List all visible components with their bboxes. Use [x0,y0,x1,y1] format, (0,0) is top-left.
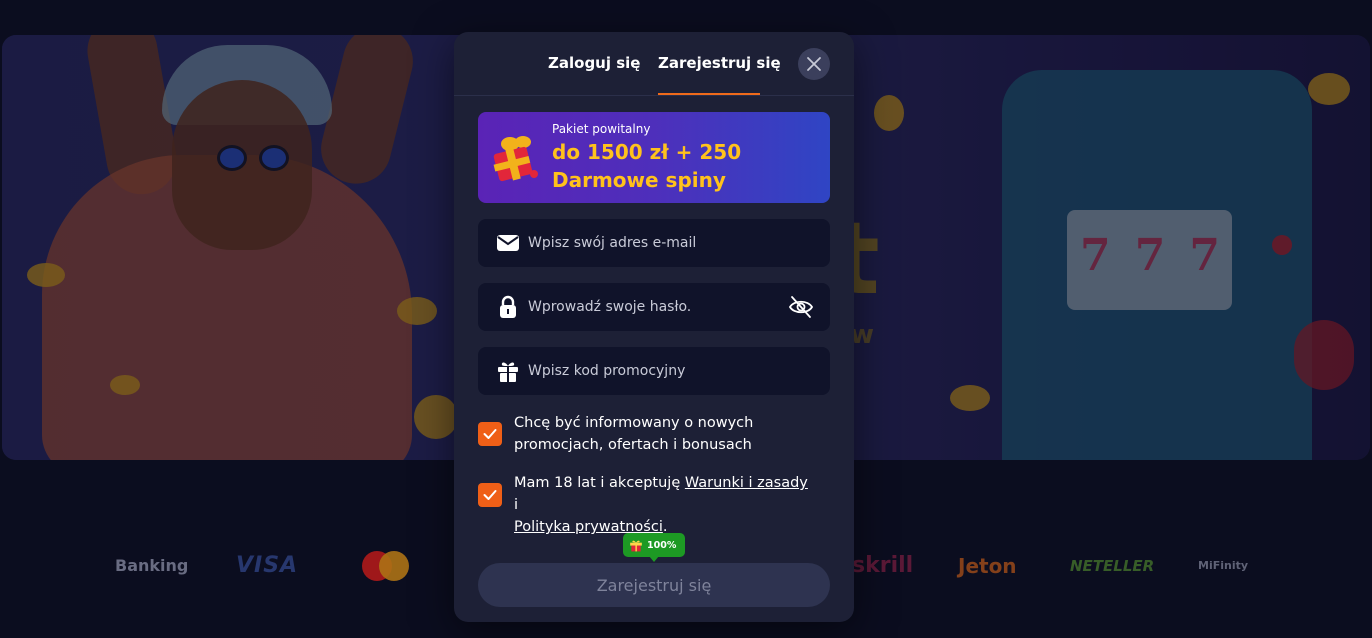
jeton-logo: Jeton [958,554,1017,578]
gift-box-icon [493,136,538,182]
tab-login[interactable]: Zaloguj się [548,54,640,72]
mail-icon [497,235,519,251]
terms-consent-label: Mam 18 lat i akceptuję Warunki i zasady … [514,472,814,538]
promo-free-spins: Darmowe spiny [552,168,726,192]
gift-icon [498,362,518,382]
auth-modal: Zaloguj się Zarejestruj się Pakiet powit… [454,32,854,622]
terms-checkbox[interactable] [478,483,502,507]
close-icon [807,57,821,71]
lock-icon [500,295,516,318]
promo-title: Pakiet powitalny [552,122,651,136]
checkmark-icon [483,490,497,500]
gift-icon [630,540,642,552]
visa-logo: VISA [236,553,299,578]
password-field [478,283,830,331]
newsletter-checkbox[interactable] [478,422,502,446]
password-input[interactable] [528,283,778,331]
promo-code-input[interactable] [528,347,778,395]
newsletter-consent-label: Chcę być informowany o nowych promocjach… [514,415,754,453]
active-tab-indicator [658,93,760,95]
checkmark-icon [483,429,497,439]
tab-register[interactable]: Zarejestruj się [658,54,781,72]
close-button[interactable] [798,48,830,80]
bonus-badge-text: 100% [647,539,677,551]
payment-banking-label: Banking [115,556,189,575]
eye-off-icon[interactable] [788,295,814,319]
bonus-badge: 100% [623,533,685,562]
mifinity-logo: MiFinity [1198,559,1249,572]
terms-link[interactable]: Warunki i zasady [685,475,808,491]
terms-middle: i [514,497,519,513]
promo-code-field [478,347,830,395]
register-submit-button[interactable]: Zarejestruj się [478,563,830,607]
email-input[interactable] [528,219,778,267]
promo-amount: do 1500 zł + 250 [552,140,742,164]
terms-prefix: Mam 18 lat i akceptuję [514,475,685,491]
skrill-logo: skrill [852,553,914,578]
neteller-logo: NETELLER [1070,557,1155,575]
auth-tabs: Zaloguj się Zarejestruj się [454,32,854,96]
welcome-bonus-banner: Pakiet powitalny do 1500 zł + 250 Darmow… [478,112,830,203]
email-field [478,219,830,267]
mastercard-logo [362,550,410,582]
